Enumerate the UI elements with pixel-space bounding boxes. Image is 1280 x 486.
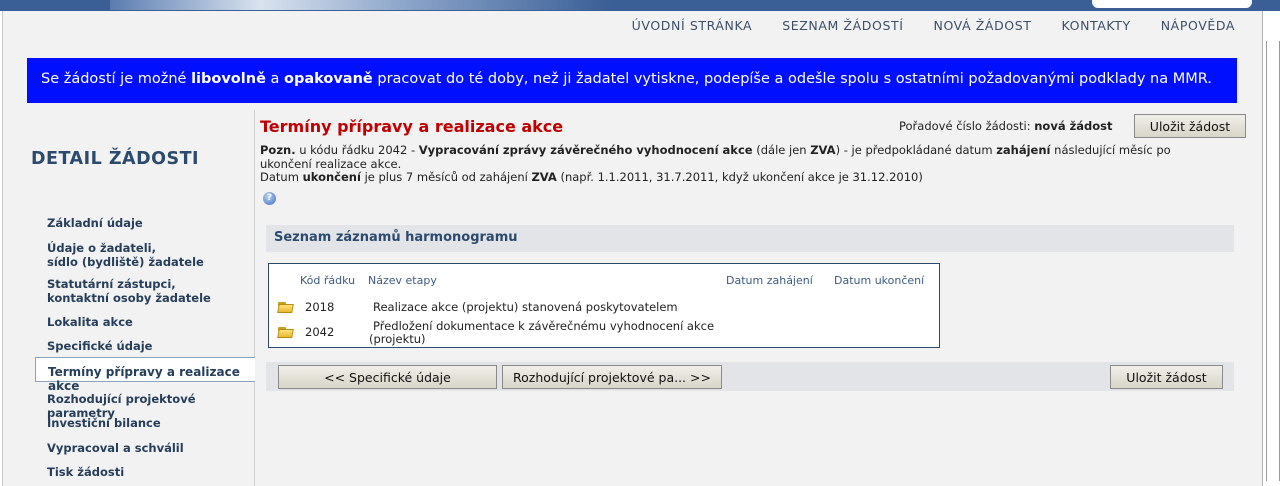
- nav-new-request[interactable]: NOVÁ ŽÁDOST: [919, 15, 1047, 36]
- note-t1: u kódu řádku 2042 -: [295, 143, 419, 157]
- column-header-name[interactable]: Název etapy: [368, 274, 437, 287]
- order-value: nová žádost: [1034, 119, 1113, 133]
- note-b2: ZVA: [810, 143, 836, 157]
- note-t7: (např. 1.1.2011, 31.7.2011, když ukončen…: [556, 170, 923, 184]
- row-name[interactable]: Realizace akce (projektu) stanovená posk…: [373, 301, 678, 314]
- info-text-1: Se žádostí je možné: [41, 71, 192, 87]
- sidebar: DETAIL ŽÁDOSTI Základní údaje Údaje o ža…: [2, 110, 255, 486]
- row-name[interactable]: Předložení dokumentace k závěrečnému vyh…: [369, 320, 729, 345]
- note-t3: ) - je předpokládané datum: [835, 143, 997, 157]
- note-text: Pozn. u kódu řádku 2042 - Vypracování zp…: [260, 143, 1220, 185]
- row-code[interactable]: 2018: [305, 301, 334, 314]
- column-header-code[interactable]: Kód řádku: [300, 274, 355, 287]
- order-number: Pořadové číslo žádosti: nová žádost: [899, 119, 1113, 133]
- sidebar-item-specific[interactable]: Specifické údaje: [47, 339, 152, 353]
- order-label: Pořadové číslo žádosti:: [899, 119, 1031, 133]
- top-navigation: ÚVODNÍ STRÁNKA SEZNAM ŽÁDOSTÍ NOVÁ ŽÁDOS…: [617, 15, 1250, 36]
- banner-graphic: [110, 0, 610, 10]
- note-b1: Vypracování zprávy závěrečného vyhodnoce…: [418, 143, 753, 157]
- note-b4: ukončení: [302, 170, 361, 184]
- schedule-table: Kód řádku Název etapy Datum zahájení Dat…: [268, 263, 940, 348]
- note-b3: zahájení: [996, 143, 1051, 157]
- sidebar-title: DETAIL ŽÁDOSTI: [31, 149, 200, 169]
- nav-request-list[interactable]: SEZNAM ŽÁDOSTÍ: [767, 15, 918, 36]
- section-header: Seznam záznamů harmonogramu: [266, 225, 1234, 252]
- next-button[interactable]: Rozhodující projektové pa... >>: [502, 365, 722, 389]
- page-title: Termíny přípravy a realizace akce: [260, 117, 564, 136]
- window-scrollbar[interactable]: [1262, 11, 1280, 486]
- sidebar-item-approved[interactable]: Vypracoval a schválil: [47, 441, 184, 455]
- info-banner: Se žádostí je možné libovolně a opakovan…: [27, 58, 1237, 103]
- sidebar-item-applicant[interactable]: Údaje o žadateli, sídlo (bydliště) žadat…: [47, 241, 204, 269]
- info-text-2: a: [265, 71, 285, 87]
- nav-contacts[interactable]: KONTAKTY: [1047, 15, 1146, 36]
- sidebar-item-basic-info[interactable]: Základní údaje: [47, 216, 143, 230]
- sidebar-item-location[interactable]: Lokalita akce: [47, 315, 133, 329]
- note-b5: ZVA: [531, 170, 557, 184]
- info-text-3: pracovat do té doby, než ji žadatel vyti…: [372, 71, 1212, 87]
- scrollbar-track[interactable]: [1266, 41, 1280, 481]
- header-banner: [0, 0, 1280, 11]
- sidebar-item-representatives[interactable]: Statutární zástupci, kontaktní osoby žad…: [47, 277, 211, 305]
- header-search-box[interactable]: [1092, 0, 1252, 8]
- info-bold-1: libovolně: [191, 71, 266, 87]
- sidebar-item-balance[interactable]: Investiční bilance: [47, 416, 161, 430]
- sidebar-item-deadlines[interactable]: Termíny přípravy a realizace akce: [35, 357, 255, 393]
- nav-help[interactable]: NÁPOVĚDA: [1146, 15, 1250, 36]
- note-pozn: Pozn.: [260, 143, 296, 157]
- sidebar-item-print[interactable]: Tisk žádosti: [47, 465, 124, 479]
- row-code[interactable]: 2042: [305, 326, 334, 339]
- info-bold-2: opakovaně: [284, 71, 373, 87]
- column-header-end[interactable]: Datum ukončení: [834, 274, 924, 287]
- note-t6: je plus 7 měsíců od zahájení: [360, 170, 532, 184]
- nav-home[interactable]: ÚVODNÍ STRÁNKA: [617, 15, 768, 36]
- note-t2: (dále jen: [752, 143, 811, 157]
- save-button-bottom[interactable]: Uložit žádost: [1110, 365, 1223, 389]
- help-icon[interactable]: ?: [263, 192, 276, 205]
- note-t5: Datum: [260, 170, 303, 184]
- save-button-top[interactable]: Uložit žádost: [1134, 114, 1246, 138]
- folder-icon[interactable]: [277, 301, 294, 313]
- previous-button[interactable]: << Specifické údaje: [278, 365, 497, 389]
- folder-icon[interactable]: [277, 326, 294, 338]
- column-header-start[interactable]: Datum zahájení: [726, 274, 813, 287]
